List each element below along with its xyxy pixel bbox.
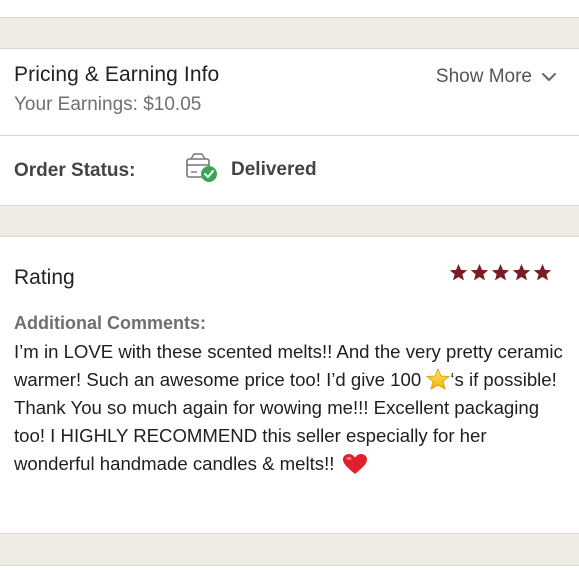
show-more-label: Show More	[435, 66, 532, 87]
show-more-button[interactable]: Show More	[436, 66, 557, 88]
red-heart-emoji-icon	[342, 454, 367, 474]
comments-label: Additional Comments:	[14, 313, 206, 333]
star-icon	[533, 263, 552, 281]
rating-section: Rating Additional Comments: I’m in LOVE …	[0, 236, 579, 534]
star-emoji-icon	[426, 368, 451, 390]
order-status-value: Delivered	[231, 159, 317, 180]
earnings-text: Your Earnings: $10.05	[14, 94, 202, 115]
rating-title: Rating	[14, 266, 75, 289]
order-status-label: Order Status:	[14, 160, 136, 181]
previous-card	[0, 0, 579, 18]
star-icon	[470, 263, 489, 281]
star-icon	[491, 263, 510, 281]
pricing-section: Pricing & Earning Info Your Earnings: $1…	[0, 48, 579, 206]
star-rating	[449, 263, 552, 282]
star-icon	[449, 263, 468, 281]
star-icon	[512, 263, 531, 281]
pricing-title: Pricing & Earning Info	[14, 63, 220, 86]
comment-text: I’m in LOVE with these scented melts!! A…	[14, 338, 572, 478]
chevron-down-icon	[542, 73, 556, 81]
next-card	[0, 565, 579, 580]
package-delivered-icon	[186, 153, 217, 182]
section-divider	[0, 135, 579, 136]
